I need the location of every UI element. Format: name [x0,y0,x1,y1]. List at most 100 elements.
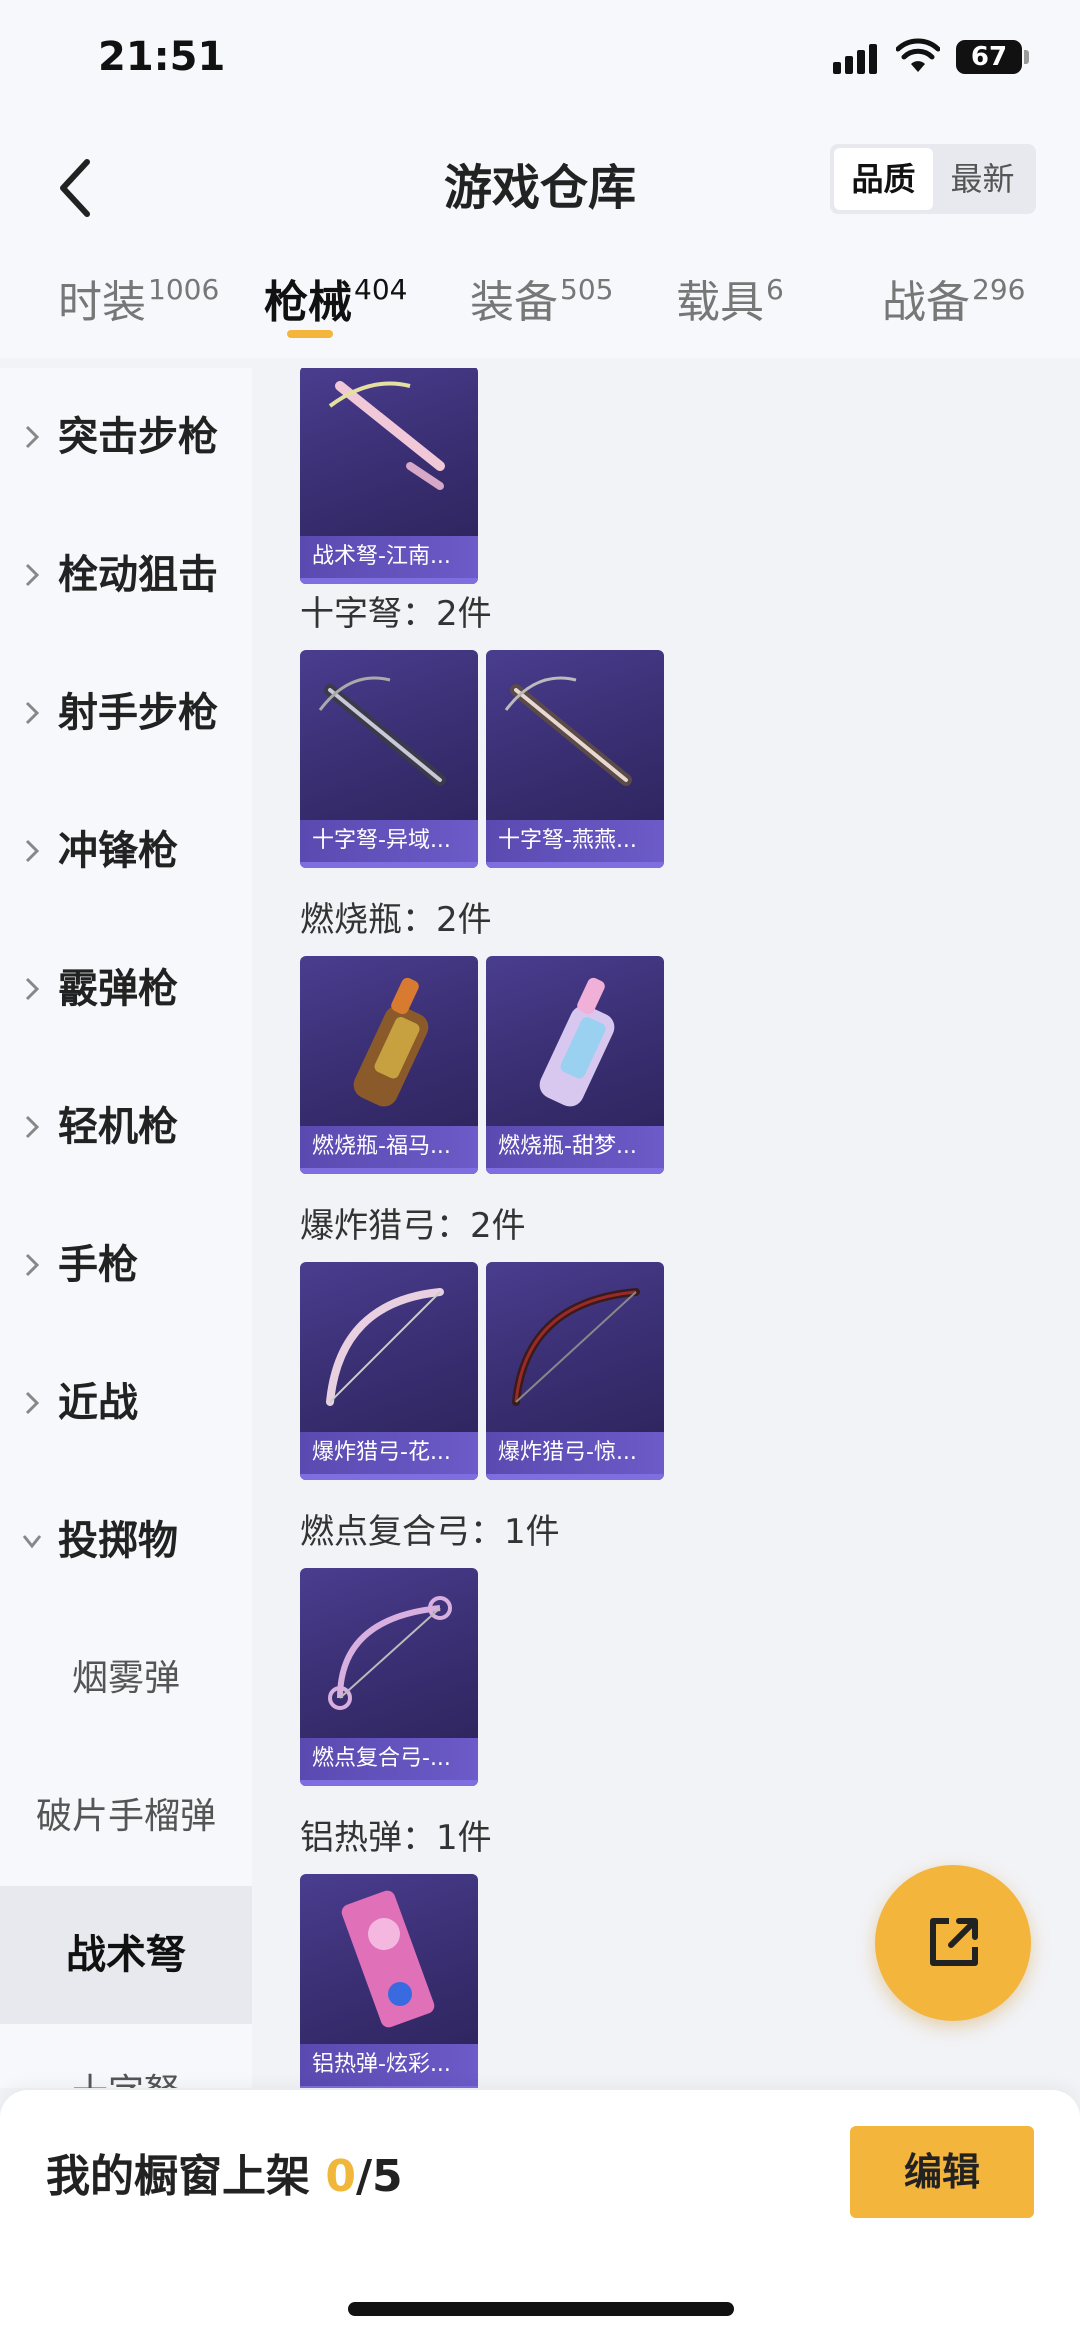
tab-fashion[interactable]: 时装1006 [58,258,219,358]
showcase-status: 我的橱窗上架 0/5 [46,2140,403,2204]
item-card[interactable]: 战术弩-江南... [300,368,478,584]
section-title: 爆炸猎弓：2件 [300,1206,526,1246]
chevron-right-icon [25,1253,40,1277]
sidebar-item-melee[interactable]: 近战 [0,1334,252,1472]
tab-count: 1006 [148,273,220,306]
item-grid: 战术弩-江南... 十字弩：2件 十字弩-异域... 十字弩-燕燕... 燃烧瓶… [252,368,1080,2088]
status-bar: 21:51 67 [0,0,1080,120]
sidebar-item-label: 近战 [58,1380,138,1426]
battery-tip [1024,50,1029,64]
status-time: 21:51 [98,34,226,80]
chevron-right-icon [25,563,40,587]
sidebar-sub-crossbow[interactable]: 十字弩 [0,2024,252,2088]
item-card[interactable]: 爆炸猎弓-惊... [486,1262,664,1480]
tab-count: 505 [560,273,614,306]
item-name: 战术弩-江南... [300,536,478,584]
sidebar-sub-smoke[interactable]: 烟雾弹 [0,1610,252,1748]
crossbow-icon [328,381,445,490]
sidebar-item-label: 栓动狙击 [58,552,218,598]
tab-count: 6 [766,273,784,306]
item-name: 铝热弹-炫彩... [300,2044,478,2088]
tab-label: 时装 [58,277,146,328]
tab-vehicles[interactable]: 载具6 [676,258,784,358]
battery-icon: 67 [956,40,1022,74]
tab-count: 404 [354,273,408,306]
share-icon [930,1918,978,1966]
sidebar-sub-frag[interactable]: 破片手榴弹 [0,1748,252,1886]
showcase-count: 0 [325,2151,356,2202]
section-title: 铝热弹：1件 [300,1818,492,1858]
chevron-right-icon [25,425,40,449]
item-name: 十字弩-异域... [300,820,478,868]
bow-icon [512,1288,640,1406]
sidebar-item-label: 投掷物 [58,1518,178,1564]
sidebar-item-bolt-sniper[interactable]: 栓动狙击 [0,506,252,644]
wifi-icon [896,38,940,72]
sidebar-item-marksman-rifle[interactable]: 射手步枪 [0,644,252,782]
chevron-right-icon [25,977,40,1001]
bow-icon [326,1288,444,1406]
thermite-icon [341,1890,435,2028]
item-card[interactable]: 燃烧瓶-福马... [300,956,478,1174]
item-card[interactable]: 铝热弹-炫彩... [300,1874,478,2088]
signal-icon [833,44,877,74]
tab-count: 296 [972,273,1026,306]
item-name: 燃烧瓶-福马... [300,1126,478,1174]
sidebar: 突击步枪 栓动狙击 射手步枪 冲锋枪 霰弹枪 轻机枪 手枪 近战 投掷物 烟雾弹… [0,368,252,2088]
item-name: 燃烧瓶-甜梦... [486,1126,664,1174]
section-title: 燃点复合弓：1件 [300,1512,560,1552]
item-name: 爆炸猎弓-花... [300,1432,478,1480]
item-card[interactable]: 燃点复合弓-... [300,1568,478,1786]
sidebar-item-pistol[interactable]: 手枪 [0,1196,252,1334]
tab-label: 枪械 [264,277,352,328]
sidebar-item-label: 冲锋枪 [58,828,178,874]
header: 游戏仓库 品质 最新 时装1006 枪械404 装备505 载具6 战备296 [0,120,1080,358]
sidebar-sub-tactical-crossbow[interactable]: 战术弩 [0,1886,252,2024]
tab-label: 装备 [470,277,558,328]
sidebar-item-label: 突击步枪 [58,414,218,460]
compound-bow-icon [328,1596,452,1710]
tab-firearms[interactable]: 枪械404 [264,258,407,358]
section-title: 十字弩：2件 [300,594,492,634]
crossbow-icon [504,676,632,786]
home-indicator [348,2302,734,2316]
tab-label: 战备 [882,277,970,328]
sidebar-item-label: 射手步枪 [58,690,218,736]
chevron-down-icon [22,1535,42,1549]
tab-combat-gear[interactable]: 战备296 [882,258,1025,358]
tab-equipment[interactable]: 装备505 [470,258,613,358]
item-card[interactable]: 爆炸猎弓-花... [300,1262,478,1480]
sort-newest[interactable]: 最新 [933,148,1032,210]
tab-label: 载具 [676,277,764,328]
molotov-icon [353,977,429,1107]
sidebar-item-smg[interactable]: 冲锋枪 [0,782,252,920]
sidebar-item-shotgun[interactable]: 霰弹枪 [0,920,252,1058]
crossbow-icon [318,676,446,786]
sort-quality[interactable]: 品质 [834,148,933,210]
molotov-icon [539,977,615,1107]
item-name: 燃点复合弓-... [300,1738,478,1786]
chevron-right-icon [25,839,40,863]
section-title: 燃烧瓶：2件 [300,900,492,940]
chevron-right-icon [25,1391,40,1415]
sidebar-item-label: 手枪 [58,1242,138,1288]
sort-toggle: 品质 最新 [830,144,1036,214]
item-card[interactable]: 燃烧瓶-甜梦... [486,956,664,1174]
category-tabs: 时装1006 枪械404 装备505 载具6 战备296 [0,258,1080,358]
share-button[interactable] [875,1865,1031,2021]
item-card[interactable]: 十字弩-异域... [300,650,478,868]
showcase-total: /5 [355,2151,403,2202]
item-name: 爆炸猎弓-惊... [486,1432,664,1480]
active-tab-indicator [287,330,333,338]
sidebar-item-lmg[interactable]: 轻机枪 [0,1058,252,1196]
sidebar-item-assault-rifle[interactable]: 突击步枪 [0,368,252,506]
sidebar-item-label: 霰弹枪 [58,966,178,1012]
item-name: 十字弩-燕燕... [486,820,664,868]
chevron-right-icon [25,701,40,725]
sidebar-item-label: 轻机枪 [58,1104,178,1150]
showcase-label: 我的橱窗上架 [46,2151,310,2202]
item-card[interactable]: 十字弩-燕燕... [486,650,664,868]
sidebar-item-throwables[interactable]: 投掷物 [0,1472,252,1610]
chevron-right-icon [25,1115,40,1139]
edit-button[interactable]: 编辑 [850,2126,1034,2218]
